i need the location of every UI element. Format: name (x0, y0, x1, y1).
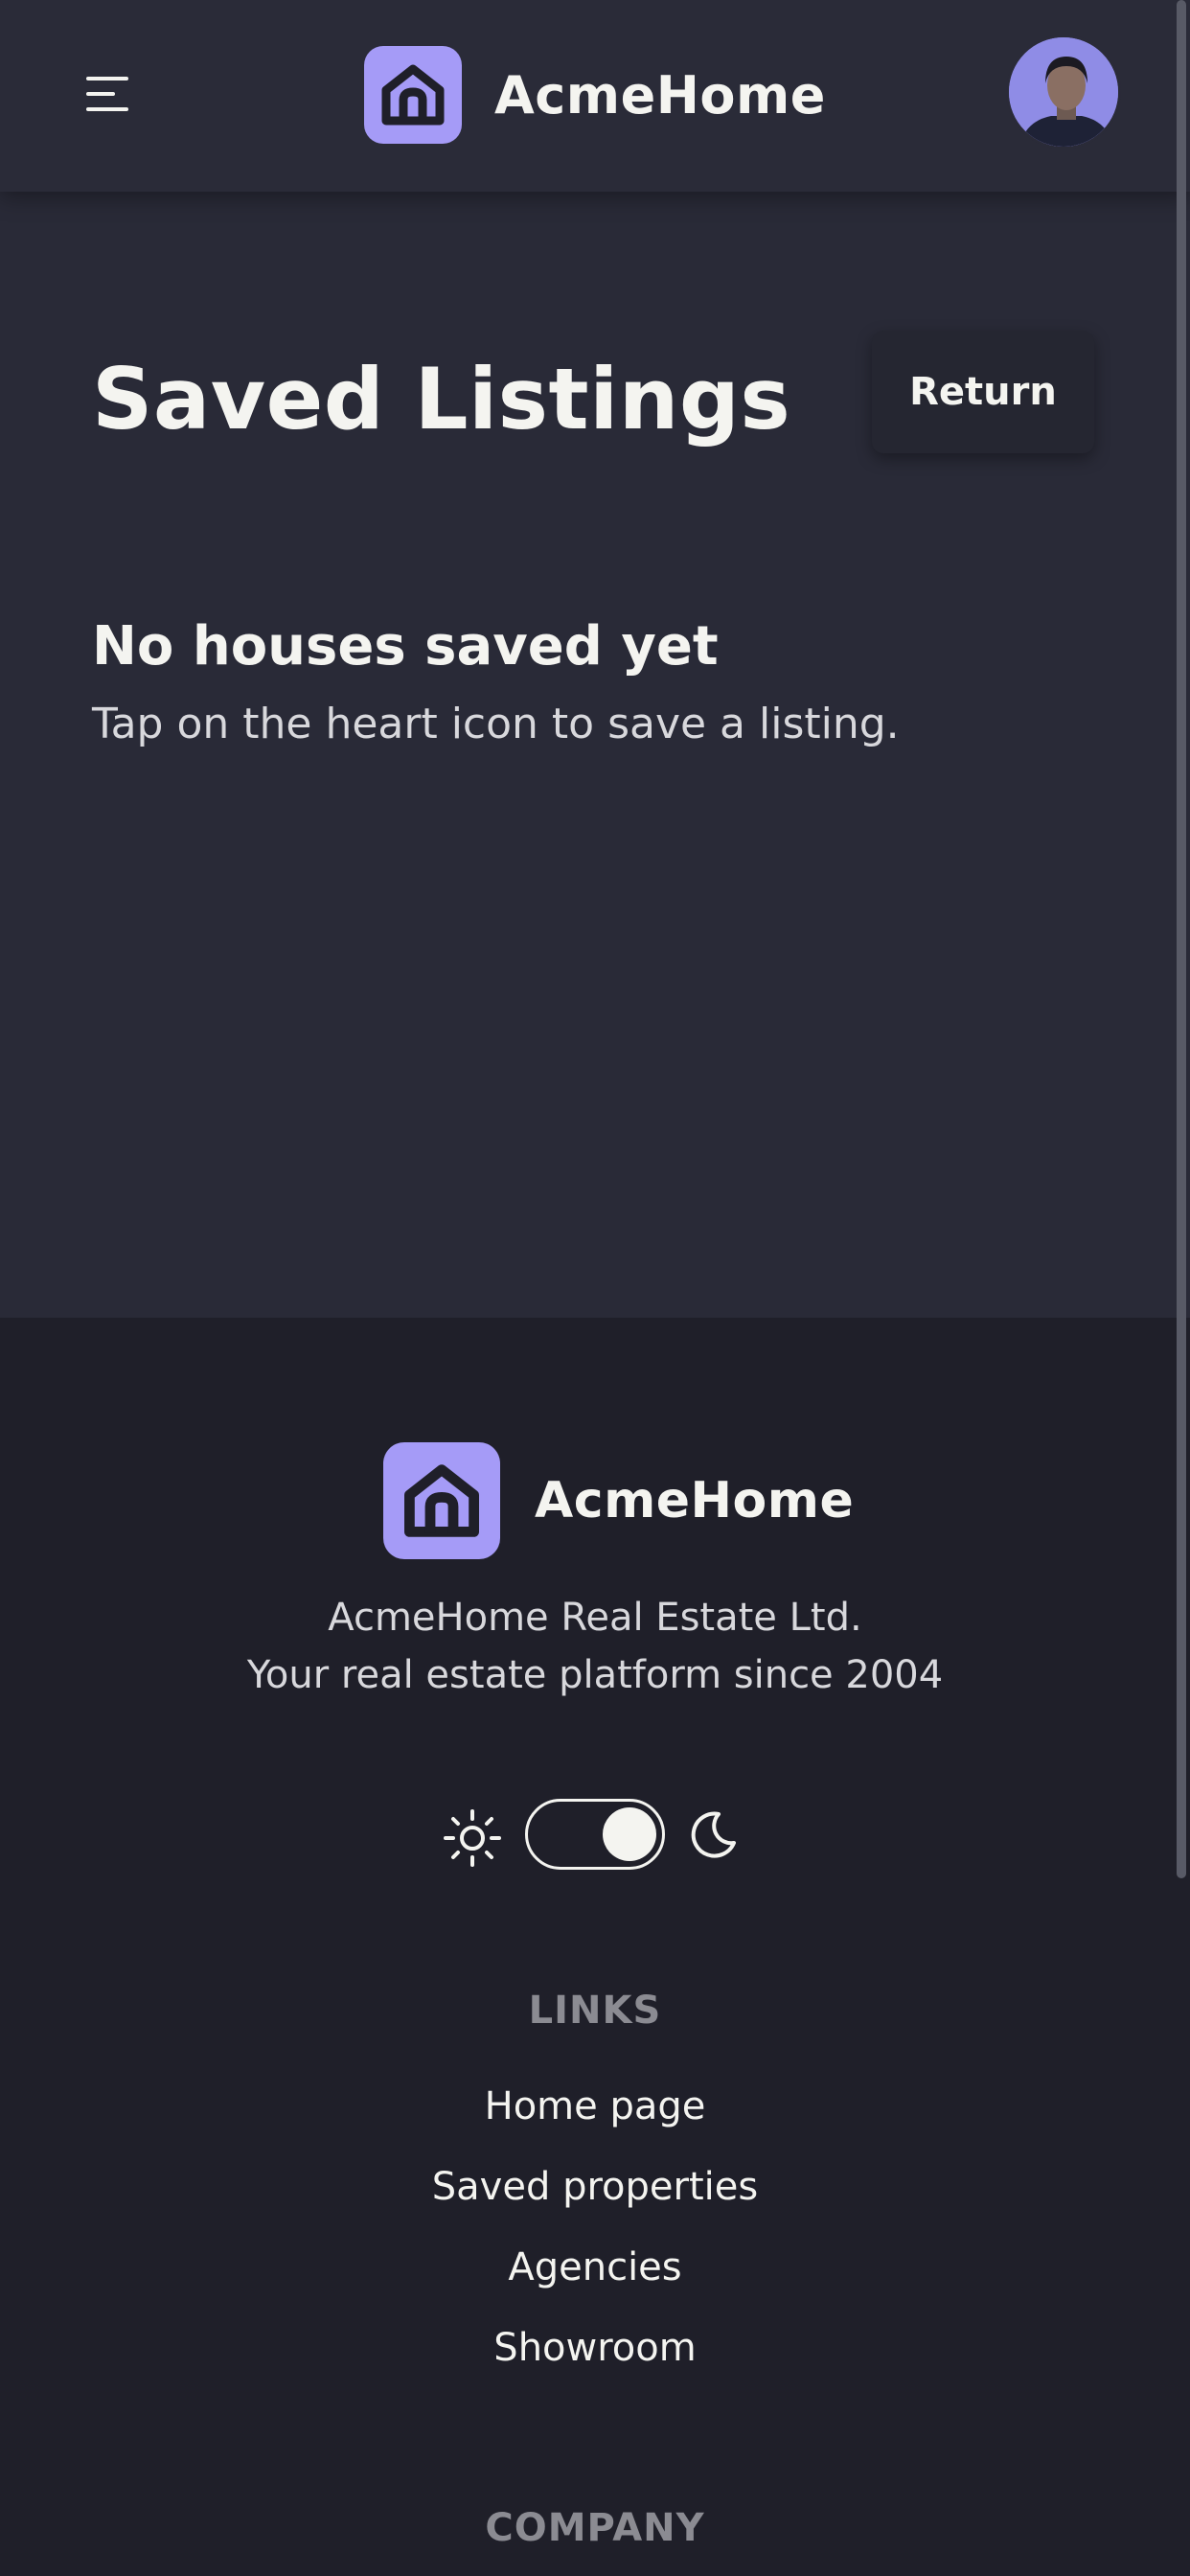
page-title: Saved Listings (92, 350, 791, 448)
app-header: AcmeHome (0, 0, 1190, 192)
return-button[interactable]: Return (872, 331, 1094, 453)
sun-icon[interactable] (443, 1808, 502, 1868)
app-footer: AcmeHome AcmeHome Real Estate Ltd. Your … (0, 1318, 1190, 2576)
footer-brand[interactable]: AcmeHome (383, 1442, 854, 1559)
brand-name: AcmeHome (494, 64, 826, 126)
footer-link-showroom[interactable]: Showroom (0, 2326, 1190, 2370)
brand-logo-link[interactable]: AcmeHome (364, 46, 826, 144)
theme-toggle[interactable] (525, 1799, 665, 1870)
footer-link-agencies[interactable]: Agencies (0, 2245, 1190, 2289)
empty-state-title: No houses saved yet (92, 615, 719, 678)
house-icon (383, 1442, 500, 1559)
footer-brand-name: AcmeHome (535, 1472, 855, 1530)
empty-state-subtitle: Tap on the heart icon to save a listing. (92, 700, 900, 748)
page: AcmeHome Saved Listings Return No houses… (0, 0, 1190, 2576)
toggle-knob (603, 1807, 656, 1861)
saved-listings-section: Saved Listings Return No houses saved ye… (0, 192, 1190, 1318)
moon-icon[interactable] (686, 1808, 740, 1862)
hamburger-menu-icon[interactable] (86, 73, 136, 115)
company-heading: COMPANY (485, 2506, 705, 2550)
user-avatar[interactable] (1006, 34, 1121, 150)
footer-link-saved-properties[interactable]: Saved properties (0, 2165, 1190, 2209)
company-name: AcmeHome Real Estate Ltd. (328, 1596, 862, 1640)
vertical-scrollbar[interactable] (1177, 0, 1186, 1878)
links-heading: LINKS (528, 1989, 662, 2033)
house-icon (364, 46, 462, 144)
footer-link-home-page[interactable]: Home page (0, 2084, 1190, 2128)
company-tagline: Your real estate platform since 2004 (246, 1653, 944, 1697)
theme-switcher (443, 1797, 749, 1870)
